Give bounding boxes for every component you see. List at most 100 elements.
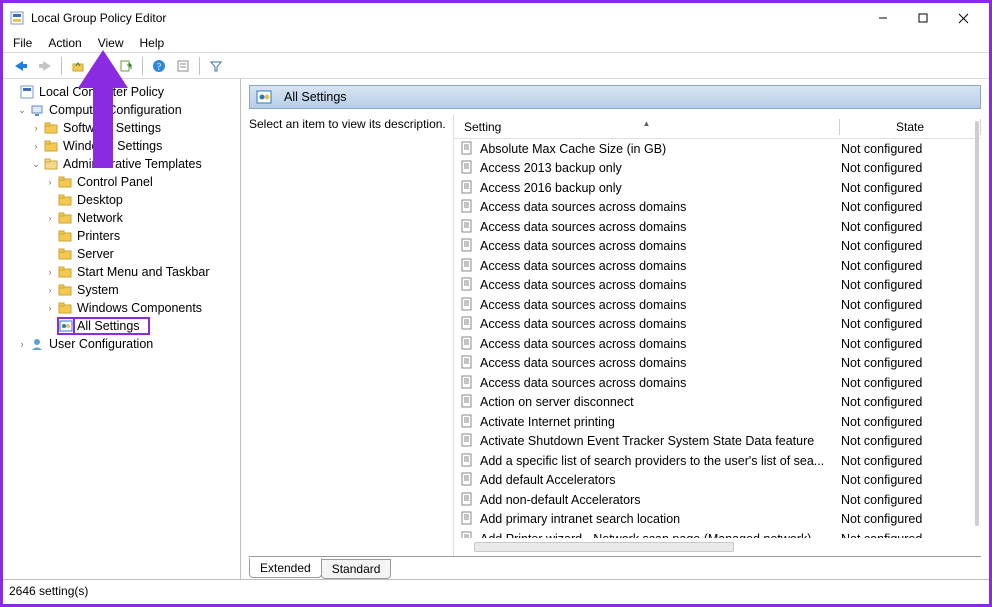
list-row[interactable]: Absolute Max Cache Size (in GB)Not confi… (454, 139, 981, 159)
twisty-icon[interactable]: ⌄ (15, 105, 29, 116)
tab-standard[interactable]: Standard (321, 559, 392, 579)
vertical-scrollbar[interactable] (975, 121, 979, 526)
list-row[interactable]: Add primary intranet search locationNot … (454, 510, 981, 530)
maximize-button[interactable] (903, 4, 943, 32)
folder-icon (57, 282, 73, 298)
tree-windows-components[interactable]: › Windows Components (5, 299, 238, 317)
up-one-level-button[interactable] (67, 55, 89, 77)
menu-action[interactable]: Action (40, 34, 89, 52)
tree-printers[interactable]: Printers (5, 227, 238, 245)
list-row[interactable]: Access data sources across domainsNot co… (454, 256, 981, 276)
list-row[interactable]: Add non-default AcceleratorsNot configur… (454, 490, 981, 510)
list-row[interactable]: Access data sources across domainsNot co… (454, 334, 981, 354)
horizontal-scrollbar[interactable] (454, 538, 981, 556)
content-pane: All Settings Select an item to view its … (241, 79, 989, 579)
tree-computer-configuration[interactable]: ⌄ Computer Configuration (5, 101, 238, 119)
tree-windows-settings[interactable]: › Windows Settings (5, 137, 238, 155)
setting-state: Not configured (841, 395, 981, 409)
close-button[interactable] (943, 4, 983, 32)
setting-name: Access data sources across domains (480, 337, 841, 351)
setting-name: Add a specific list of search providers … (480, 454, 841, 468)
twisty-icon[interactable]: › (29, 123, 43, 133)
export-list-button[interactable] (115, 55, 137, 77)
setting-name: Action on server disconnect (480, 395, 841, 409)
minimize-button[interactable] (863, 4, 903, 32)
setting-icon (460, 199, 476, 215)
user-icon (29, 336, 45, 352)
twisty-icon[interactable]: › (43, 177, 57, 187)
twisty-icon[interactable]: › (43, 285, 57, 295)
content-header-title: All Settings (284, 90, 347, 104)
tree-root[interactable]: Local Computer Policy (5, 83, 238, 101)
setting-state: Not configured (841, 239, 981, 253)
setting-state: Not configured (841, 161, 981, 175)
tab-extended[interactable]: Extended (249, 558, 322, 578)
twisty-icon[interactable]: › (15, 339, 29, 349)
app-icon (9, 10, 25, 26)
menu-file[interactable]: File (9, 34, 40, 52)
show-hide-tree-button[interactable] (91, 55, 113, 77)
setting-icon (460, 375, 476, 391)
setting-state: Not configured (841, 376, 981, 390)
list-row[interactable]: Add a specific list of search providers … (454, 451, 981, 471)
setting-state: Not configured (841, 220, 981, 234)
twisty-icon[interactable]: › (29, 141, 43, 151)
folder-icon (43, 138, 59, 154)
nav-forward-button[interactable] (34, 55, 56, 77)
list-row[interactable]: Activate Internet printingNot configured (454, 412, 981, 432)
tree-server[interactable]: Server (5, 245, 238, 263)
menu-view[interactable]: View (90, 34, 132, 52)
menu-help[interactable]: Help (132, 34, 173, 52)
setting-icon (460, 492, 476, 508)
twisty-icon[interactable]: ⌄ (29, 159, 43, 170)
list-row[interactable]: Access 2016 backup onlyNot configured (454, 178, 981, 198)
list-row[interactable]: Access data sources across domainsNot co… (454, 237, 981, 257)
filter-button[interactable] (205, 55, 227, 77)
setting-icon (460, 180, 476, 196)
list-row[interactable]: Add Printer wizard - Network scan page (… (454, 529, 981, 538)
tree-start-menu-taskbar[interactable]: › Start Menu and Taskbar (5, 263, 238, 281)
tree-administrative-templates[interactable]: ⌄ Administrative Templates (5, 155, 238, 173)
folder-icon (57, 300, 73, 316)
tree-software-settings[interactable]: › Software Settings (5, 119, 238, 137)
twisty-icon[interactable]: › (43, 267, 57, 277)
setting-state: Not configured (841, 181, 981, 195)
setting-state: Not configured (841, 473, 981, 487)
setting-state: Not configured (841, 259, 981, 273)
setting-icon (460, 531, 476, 538)
description-column: Select an item to view its description. (249, 115, 453, 556)
list-row[interactable]: Access data sources across domainsNot co… (454, 354, 981, 374)
list-row[interactable]: Access data sources across domainsNot co… (454, 373, 981, 393)
list-row[interactable]: Access data sources across domainsNot co… (454, 295, 981, 315)
sort-ascending-icon: ▲ (643, 119, 651, 128)
tree-pane: Local Computer Policy ⌄ Computer Configu… (3, 79, 241, 579)
tree-system[interactable]: › System (5, 281, 238, 299)
computer-icon (29, 102, 45, 118)
tree-network[interactable]: › Network (5, 209, 238, 227)
list-row[interactable]: Action on server disconnectNot configure… (454, 393, 981, 413)
list-row[interactable]: Add default AcceleratorsNot configured (454, 471, 981, 491)
menu-bar: File Action View Help (3, 33, 989, 53)
setting-icon (460, 238, 476, 254)
tree-desktop[interactable]: Desktop (5, 191, 238, 209)
twisty-icon[interactable]: › (43, 213, 57, 223)
list-row[interactable]: Access data sources across domainsNot co… (454, 276, 981, 296)
help-button[interactable]: ? (148, 55, 170, 77)
list-row[interactable]: Access data sources across domainsNot co… (454, 315, 981, 335)
list-row[interactable]: Access 2013 backup onlyNot configured (454, 159, 981, 179)
setting-state: Not configured (841, 434, 981, 448)
list-row[interactable]: Access data sources across domainsNot co… (454, 198, 981, 218)
tree-all-settings[interactable]: All Settings (5, 317, 238, 335)
setting-icon (460, 316, 476, 332)
setting-state: Not configured (841, 493, 981, 507)
properties-button[interactable] (172, 55, 194, 77)
list-row[interactable]: Access data sources across domainsNot co… (454, 217, 981, 237)
column-state[interactable]: State (840, 120, 980, 134)
column-setting[interactable]: ▲ Setting (454, 120, 839, 134)
nav-back-button[interactable] (10, 55, 32, 77)
tree-user-configuration[interactable]: › User Configuration (5, 335, 238, 353)
twisty-icon[interactable]: › (43, 303, 57, 313)
list-row[interactable]: Activate Shutdown Event Tracker System S… (454, 432, 981, 452)
tree-control-panel[interactable]: › Control Panel (5, 173, 238, 191)
title-bar: Local Group Policy Editor (3, 3, 989, 33)
